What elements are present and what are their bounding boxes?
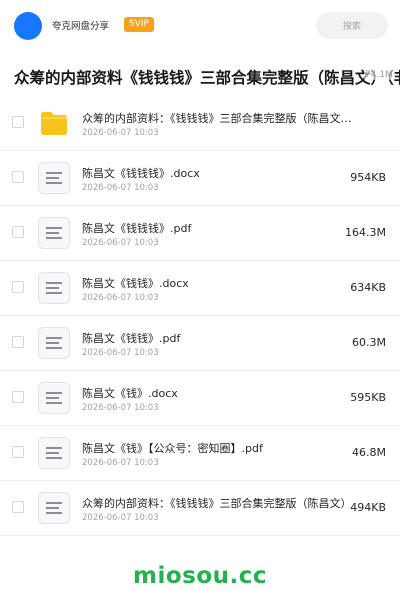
file-row[interactable]: 众筹的内部资料：《钱钱钱》三部合集完整版（陈昌文）（非常... 2026-06-… — [0, 96, 400, 151]
document-icon — [38, 272, 70, 304]
folder-icon — [41, 112, 67, 135]
file-date: 2026-06-07 10:03 — [82, 183, 159, 193]
file-size: 60.3M — [352, 336, 386, 349]
file-date: 2026-06-07 10:03 — [82, 128, 159, 138]
file-size: 164.3M — [345, 226, 386, 239]
footer: miosou.cc — [0, 549, 400, 600]
file-row[interactable]: 陈昌文《钱》【公众号：密知圈】.pdf 2026-06-07 10:03 46.… — [0, 426, 400, 481]
file-row[interactable]: 陈昌文《钱钱钱》.docx 2026-06-07 10:03 954KB — [0, 151, 400, 206]
row-checkbox[interactable] — [12, 336, 24, 348]
file-size: 46.8M — [352, 446, 386, 459]
row-checkbox[interactable] — [12, 171, 24, 183]
share-title: 众筹的内部资料《钱钱钱》三部合集完整版（陈昌文）（非 — [14, 69, 400, 87]
row-checkbox[interactable] — [12, 446, 24, 458]
file-date: 2026-06-07 10:03 — [82, 403, 159, 413]
file-name: 众筹的内部资料：《钱钱钱》三部合集完整版（陈昌文） — [82, 497, 352, 510]
file-row[interactable]: 陈昌文《钱钱》.docx 2026-06-07 10:03 634KB — [0, 261, 400, 316]
top-bar: 夸克网盘分享 SVIP — [0, 0, 400, 52]
file-list: 众筹的内部资料：《钱钱钱》三部合集完整版（陈昌文）（非常... 2026-06-… — [0, 96, 400, 536]
file-row[interactable]: 陈昌文《钱钱钱》.pdf 2026-06-07 10:03 164.3M — [0, 206, 400, 261]
file-name: 陈昌文《钱钱》.pdf — [82, 332, 181, 345]
file-date: 2026-06-07 10:03 — [82, 458, 159, 468]
row-checkbox[interactable] — [12, 226, 24, 238]
document-icon — [38, 162, 70, 194]
file-row[interactable]: 众筹的内部资料：《钱钱钱》三部合集完整版（陈昌文） 2026-06-07 10:… — [0, 481, 400, 536]
file-size: 954KB — [350, 171, 386, 184]
file-name: 众筹的内部资料：《钱钱钱》三部合集完整版（陈昌文）（非常... — [82, 112, 352, 125]
search-input[interactable] — [316, 12, 388, 39]
file-name: 陈昌文《钱钱钱》.docx — [82, 167, 200, 180]
file-row[interactable]: 陈昌文《钱钱》.pdf 2026-06-07 10:03 60.3M — [0, 316, 400, 371]
file-date: 2026-06-07 10:03 — [82, 513, 159, 523]
file-size: 634KB — [350, 281, 386, 294]
file-size: 494KB — [350, 501, 386, 514]
share-total-size: 74.1M — [364, 70, 394, 80]
file-name: 陈昌文《钱钱钱》.pdf — [82, 222, 192, 235]
document-icon — [38, 437, 70, 469]
file-name: 陈昌文《钱》.docx — [82, 387, 178, 400]
file-row[interactable]: 陈昌文《钱》.docx 2026-06-07 10:03 595KB — [0, 371, 400, 426]
file-date: 2026-06-07 10:03 — [82, 293, 159, 303]
brand-name: 夸克网盘分享 — [52, 21, 110, 32]
document-icon — [38, 382, 70, 414]
file-date: 2026-06-07 10:03 — [82, 348, 159, 358]
file-name: 陈昌文《钱钱》.docx — [82, 277, 189, 290]
file-name: 陈昌文《钱》【公众号：密知圈】.pdf — [82, 442, 263, 455]
svip-badge: SVIP — [124, 17, 154, 32]
file-date: 2026-06-07 10:03 — [82, 238, 159, 248]
document-icon — [38, 327, 70, 359]
avatar[interactable] — [14, 12, 42, 40]
row-checkbox[interactable] — [12, 281, 24, 293]
row-checkbox[interactable] — [12, 501, 24, 513]
watermark-text: miosou.cc — [132, 563, 268, 589]
document-icon — [38, 492, 70, 524]
share-title-bar: 众筹的内部资料《钱钱钱》三部合集完整版（陈昌文）（非 74.1M — [0, 52, 400, 96]
row-checkbox[interactable] — [12, 116, 24, 128]
file-size: 595KB — [350, 391, 386, 404]
document-icon — [38, 217, 70, 249]
row-checkbox[interactable] — [12, 391, 24, 403]
